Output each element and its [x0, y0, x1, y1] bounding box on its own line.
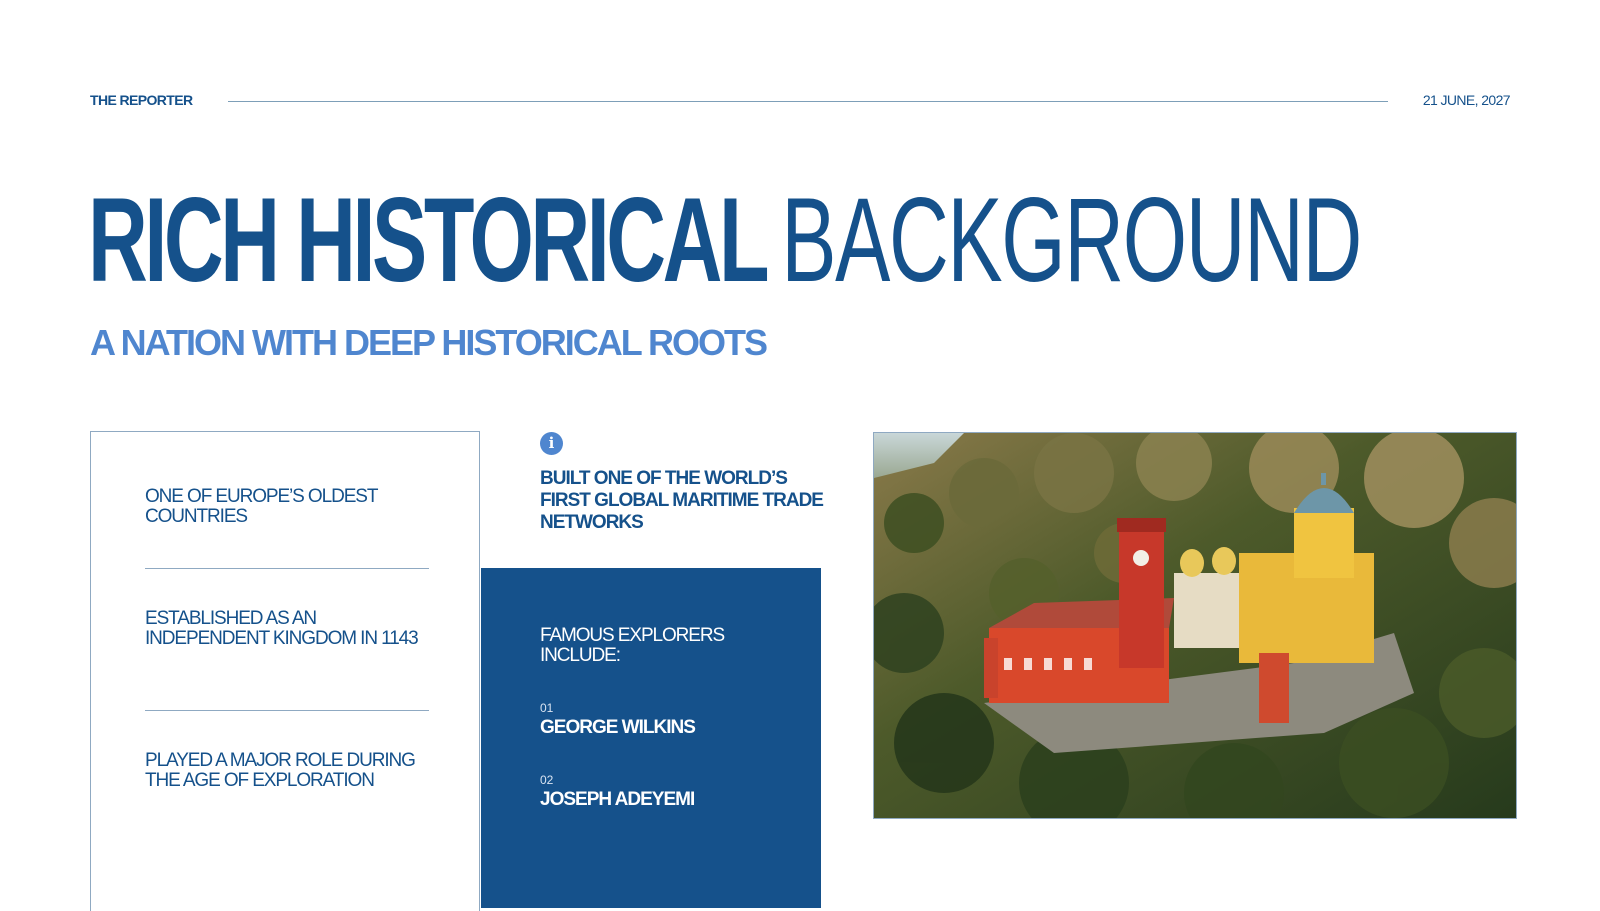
explorer-name: JOSEPH ADEYEMI — [540, 789, 695, 810]
fact-item: PLAYED A MAJOR ROLE DURING THE AGE OF EX… — [145, 750, 416, 791]
explorers-heading: FAMOUS EXPLORERS INCLUDE: — [540, 625, 725, 666]
fact-divider — [145, 710, 429, 711]
palace-photo — [873, 432, 1517, 819]
title-bold-part: RICH HISTORICAL — [88, 173, 770, 307]
explorer-name: GEORGE WILKINS — [540, 717, 696, 738]
publication-date: 21 JUNE, 2027 — [1422, 92, 1511, 108]
facts-panel: ONE OF EUROPE’S OLDEST COUNTRIES ESTABLI… — [90, 431, 480, 911]
publication-name: THE REPORTER — [90, 92, 193, 108]
palace-illustration — [874, 433, 1516, 818]
title-light-part: BACKGROUND — [781, 173, 1362, 307]
explorers-panel: FAMOUS EXPLORERS INCLUDE: 01 GEORGE WILK… — [481, 568, 821, 908]
info-callout-text: BUILT ONE OF THE WORLD’S FIRST GLOBAL MA… — [540, 468, 824, 533]
info-icon: i — [540, 432, 563, 455]
fact-item: ESTABLISHED AS AN INDEPENDENT KINGDOM IN… — [145, 608, 419, 649]
fact-item: ONE OF EUROPE’S OLDEST COUNTRIES — [145, 486, 378, 527]
page-title: RICH HISTORICAL BACKGROUND — [88, 180, 1362, 300]
explorer-number: 02 — [540, 773, 554, 787]
header-divider — [228, 101, 1388, 102]
fact-divider — [145, 568, 429, 569]
explorer-number: 01 — [540, 701, 554, 715]
page-subtitle: A NATION WITH DEEP HISTORICAL ROOTS — [90, 322, 768, 363]
